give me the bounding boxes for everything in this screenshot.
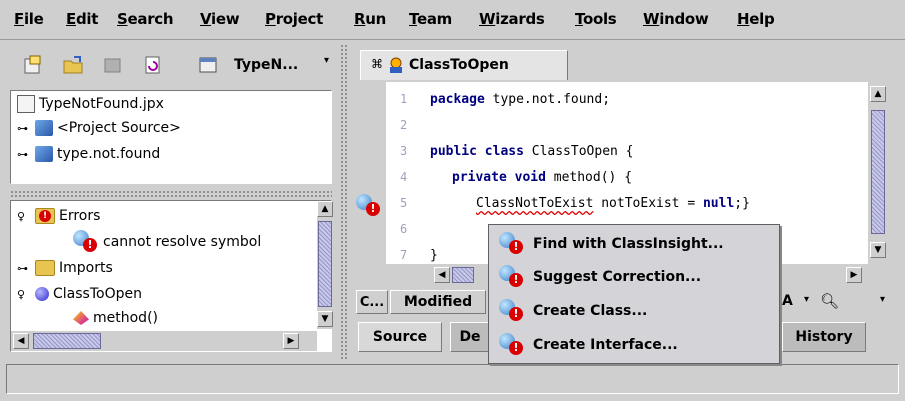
menu-run[interactable]: Run	[354, 10, 386, 28]
menu-wizards[interactable]: Wizards	[479, 10, 545, 28]
modified-status-cell: Modified	[390, 290, 486, 314]
scroll-up-arrow-icon[interactable]: ▲	[870, 86, 886, 102]
project-toolbar: TypeN... ▾	[8, 46, 340, 86]
structure-item-errors[interactable]: ♀ ! Errors	[17, 205, 100, 227]
structure-item-error[interactable]: ! cannot resolve symbol	[73, 230, 261, 254]
error-marker-icon[interactable]: !	[356, 194, 382, 218]
code-line: private void method() {	[452, 170, 633, 185]
horizontal-splitter[interactable]	[10, 190, 332, 198]
error-folder-icon: !	[35, 208, 55, 224]
error-fix-icon: !	[499, 265, 525, 289]
structure-item-method[interactable]: method()	[73, 307, 158, 329]
menu-view[interactable]: View	[200, 10, 240, 28]
editor-vertical-scrollbar[interactable]: ▲ ▼	[868, 82, 888, 264]
scroll-down-arrow-icon[interactable]: ▼	[317, 311, 333, 327]
structure-pane: ♀ ! Errors ! cannot resolve symbol ⊶ Imp…	[10, 200, 333, 352]
menu-window[interactable]: Window	[643, 10, 709, 28]
chevron-down-icon[interactable]: ▾	[880, 294, 885, 305]
error-icon: !	[73, 230, 99, 254]
close-project-icon	[102, 54, 124, 76]
chevron-down-icon[interactable]: ▾	[324, 55, 329, 66]
new-project-icon[interactable]	[22, 54, 44, 76]
project-file-icon	[17, 95, 35, 113]
scroll-thumb[interactable]	[871, 110, 885, 234]
menu-tools[interactable]: Tools	[575, 10, 617, 28]
scroll-right-arrow-icon[interactable]: ▶	[846, 267, 862, 283]
line-numbers: 1 2 3 4 5 6 7	[386, 82, 426, 264]
structure-vertical-scrollbar[interactable]: ▲ ▼	[317, 201, 333, 329]
menu-project[interactable]: Project	[265, 10, 323, 28]
expander-icon[interactable]: ⊶	[17, 122, 31, 135]
scroll-up-arrow-icon[interactable]: ▲	[317, 201, 333, 217]
expander-icon[interactable]: ⊶	[17, 262, 31, 275]
code-line-error: ClassNotToExist notToExist = null;}	[476, 196, 750, 211]
structure-horizontal-scrollbar[interactable]: ◀ ▶	[11, 331, 317, 351]
structure-item-imports[interactable]: ⊶ Imports	[17, 257, 113, 279]
chevron-down-icon[interactable]: ▾	[804, 294, 809, 305]
tab-pin-icon[interactable]: ⌘	[371, 57, 383, 71]
tree-item[interactable]: ⊶ type.not.found	[17, 143, 160, 165]
refresh-project-icon[interactable]	[142, 54, 164, 76]
status-bar	[6, 364, 899, 394]
imports-folder-icon	[35, 260, 55, 276]
class-status-cell: C...	[356, 290, 388, 314]
popup-suggest-correction[interactable]: ! Suggest Correction...	[499, 263, 701, 291]
class-file-icon	[387, 56, 405, 78]
menu-edit[interactable]: Edit	[66, 10, 98, 28]
tab-design[interactable]: De	[450, 322, 490, 352]
menu-team[interactable]: Team	[409, 10, 452, 28]
code-line: package type.not.found;	[430, 92, 611, 107]
package-icon	[35, 146, 53, 162]
code-line: }	[430, 248, 438, 263]
scroll-left-arrow-icon[interactable]: ◀	[434, 267, 450, 283]
menu-search[interactable]: Search	[117, 10, 174, 28]
expander-icon[interactable]: ♀	[17, 288, 31, 301]
project-combo[interactable]: TypeN...	[234, 57, 298, 73]
vertical-splitter[interactable]	[340, 44, 348, 360]
expander-icon[interactable]: ♀	[17, 210, 31, 223]
editor-gutter: !	[352, 82, 386, 264]
menu-help[interactable]: Help	[737, 10, 775, 28]
tree-item[interactable]: TypeNotFound.jpx	[17, 93, 164, 115]
package-icon	[35, 120, 53, 136]
quick-fix-popup: ! Find with ClassInsight... ! Suggest Co…	[488, 224, 780, 364]
menu-bar: File Edit Search View Project Run Team W…	[0, 0, 905, 40]
unresolved-symbol[interactable]: ClassNotToExist	[476, 196, 593, 211]
project-tree: TypeNotFound.jpx ⊶ <Project Source> ⊶ ty…	[10, 90, 332, 184]
tab-history[interactable]: History	[782, 322, 866, 352]
error-fix-icon: !	[499, 299, 525, 323]
popup-create-class[interactable]: ! Create Class...	[499, 297, 647, 325]
class-icon	[35, 287, 49, 301]
menu-file[interactable]: File	[14, 10, 44, 28]
open-project-icon[interactable]	[62, 54, 84, 76]
scroll-thumb[interactable]	[33, 333, 101, 349]
scroll-thumb[interactable]	[318, 221, 332, 307]
search-icon[interactable]: 🔍︎	[820, 292, 839, 310]
scroll-right-arrow-icon[interactable]: ▶	[283, 333, 299, 349]
popup-find-with-classinsight[interactable]: ! Find with ClassInsight...	[499, 230, 724, 258]
project-combo-icon[interactable]	[198, 54, 220, 76]
scroll-thumb[interactable]	[452, 267, 474, 283]
structure-item-class[interactable]: ♀ ClassToOpen	[17, 283, 142, 305]
insert-mode-indicator: A	[782, 293, 793, 309]
error-fix-icon: !	[499, 232, 525, 256]
scroll-down-arrow-icon[interactable]: ▼	[870, 242, 886, 258]
code-line: public class ClassToOpen {	[430, 144, 634, 159]
error-fix-icon: !	[499, 333, 525, 357]
editor-tab-classtoopen[interactable]: ⌘ ClassToOpen	[360, 50, 568, 80]
scroll-left-arrow-icon[interactable]: ◀	[13, 333, 29, 349]
tree-item[interactable]: ⊶ <Project Source>	[17, 117, 181, 139]
tab-source[interactable]: Source	[358, 322, 442, 352]
method-icon	[73, 311, 89, 325]
expander-icon[interactable]: ⊶	[17, 148, 31, 161]
popup-create-interface[interactable]: ! Create Interface...	[499, 331, 678, 359]
